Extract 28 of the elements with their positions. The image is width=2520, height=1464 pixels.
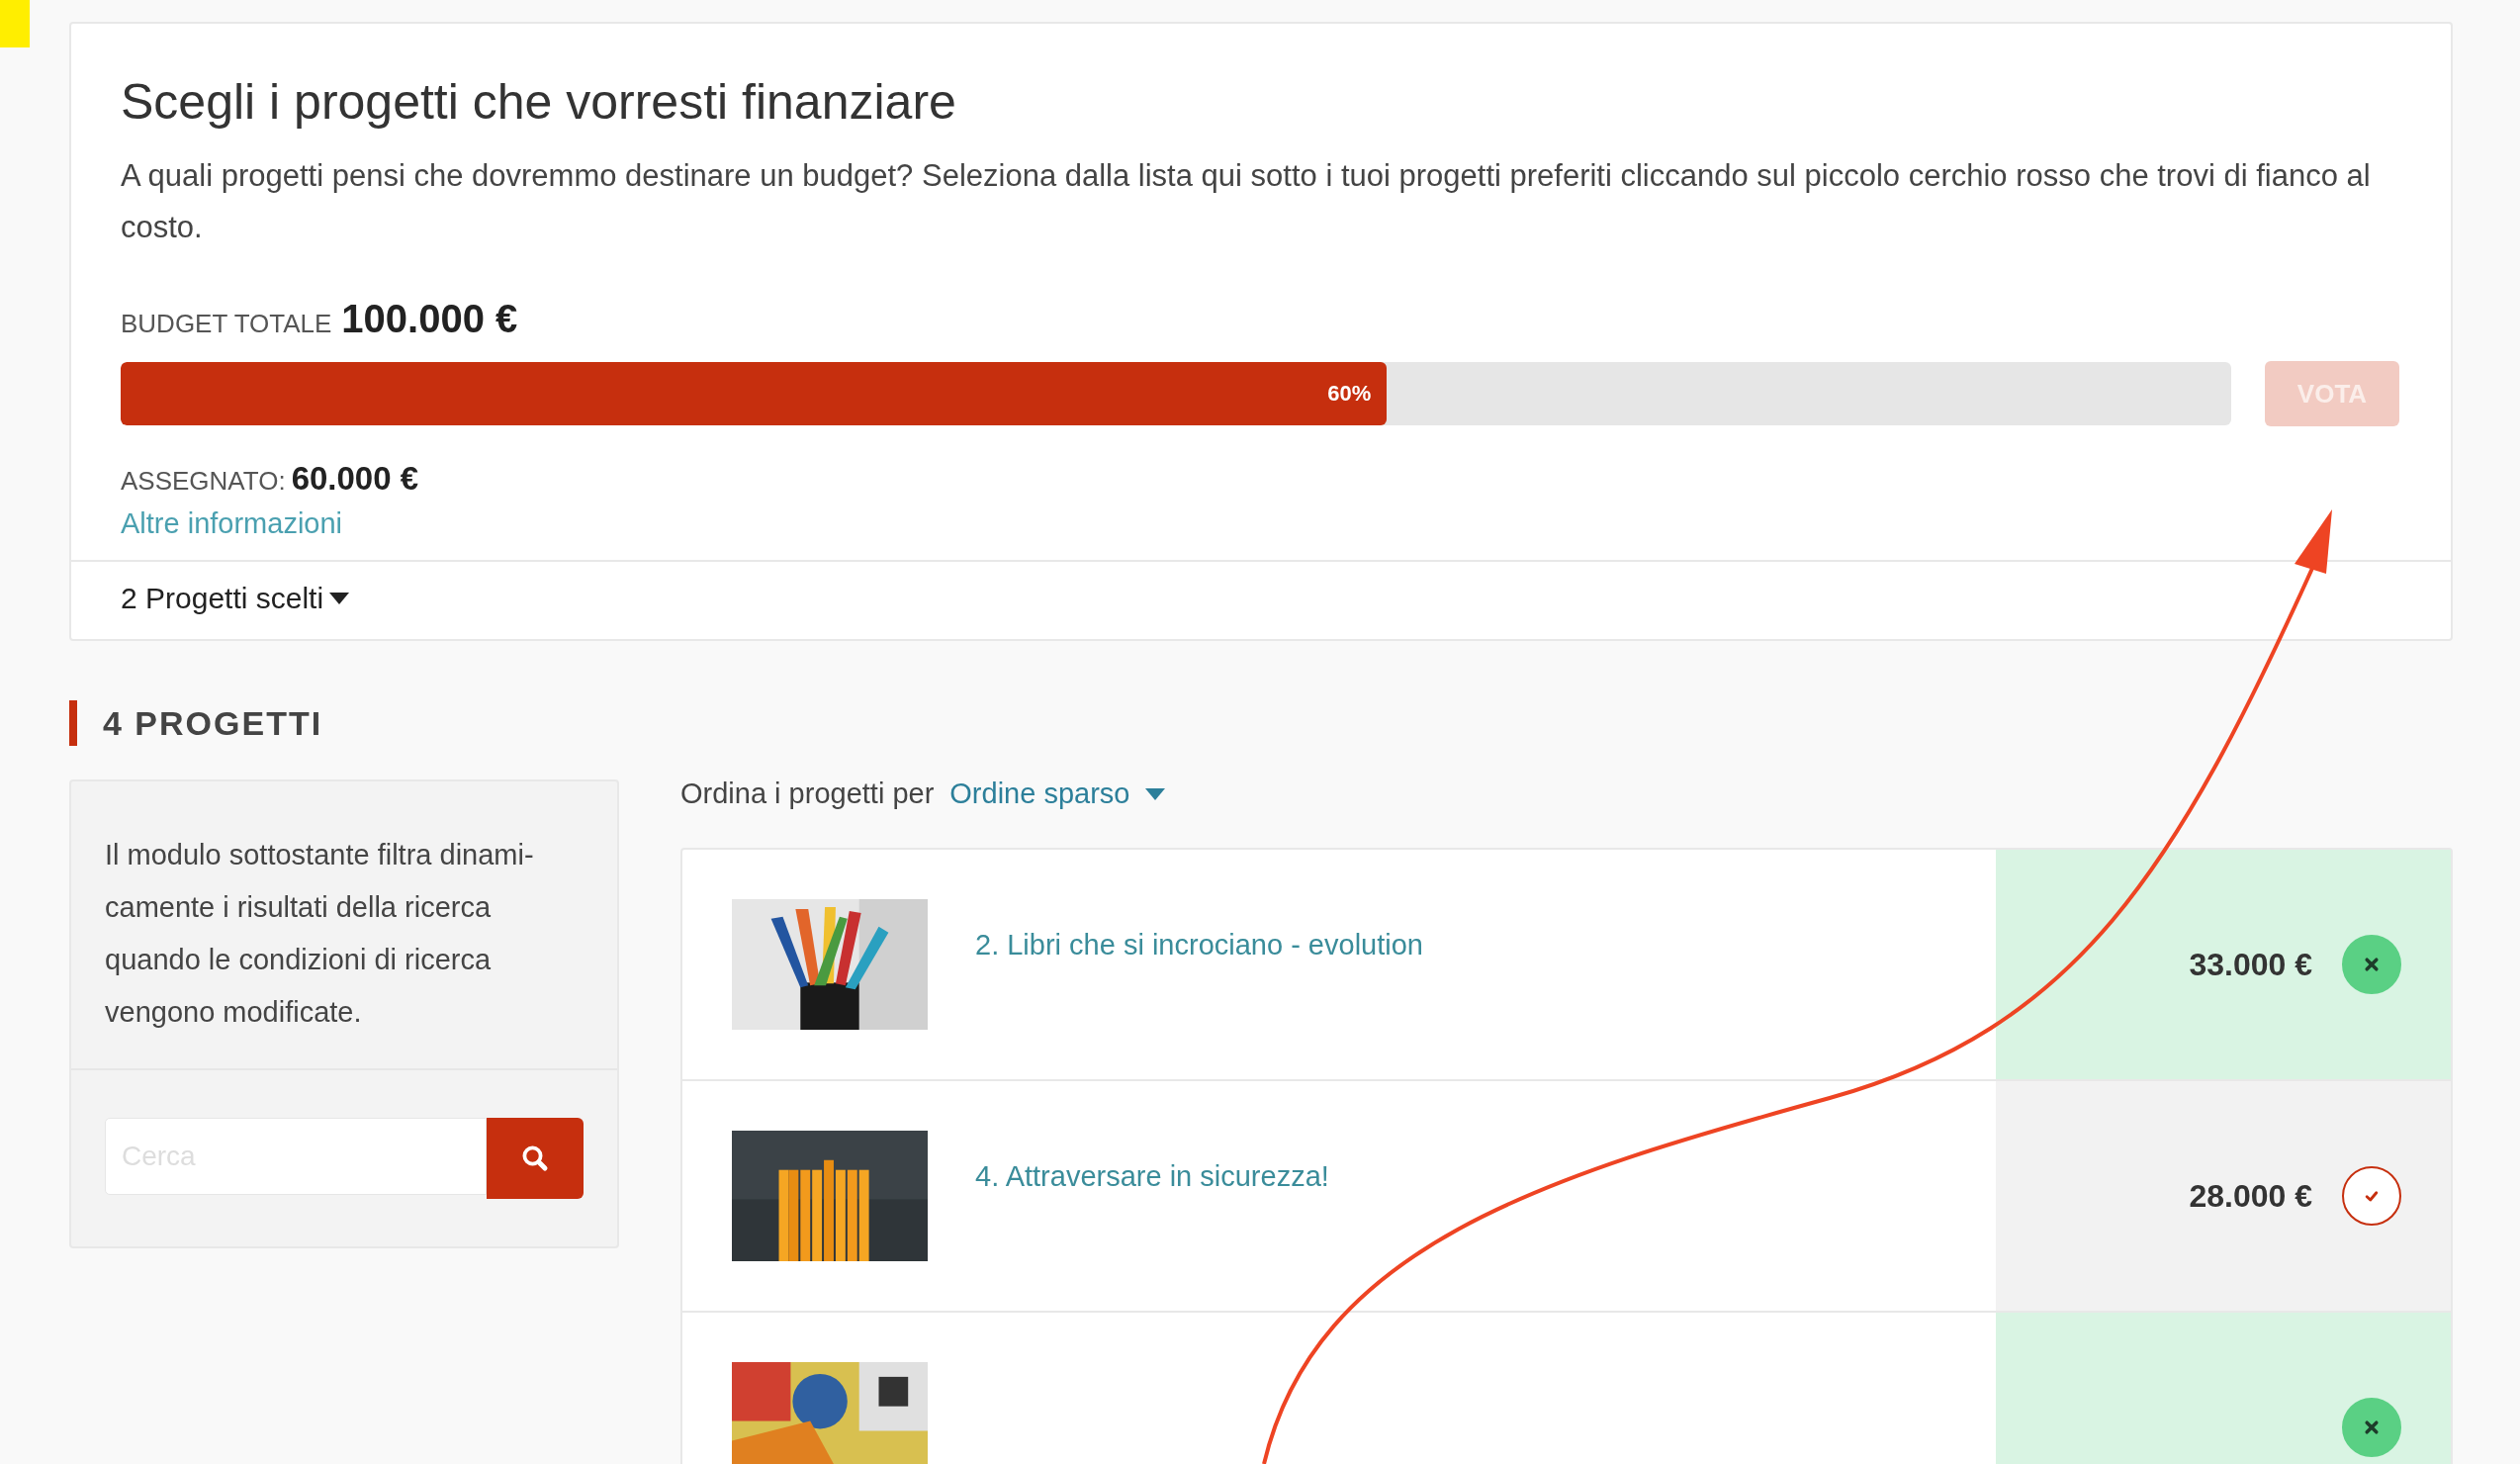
filter-description: Il modulo sottostante filtra dinami-camente i risultati della ricerca quando le condizioni di ricerca vengono modificate. [71, 781, 617, 1070]
more-info-link[interactable]: Altre informazioni [121, 507, 343, 540]
select-button[interactable] [2342, 1166, 2401, 1226]
caret-icon [1145, 787, 1166, 800]
project-price: 28.000 € [2189, 1177, 2312, 1215]
budget-value: 100.000 € [341, 297, 518, 341]
check-icon [2364, 1188, 2380, 1204]
search-icon [520, 1144, 550, 1173]
budget-label: BUDGET TOTALE [121, 309, 332, 339]
page-title: Scegli i progetti che vorresti finanziare [121, 73, 957, 131]
close-icon [2364, 957, 2380, 972]
remove-button[interactable] [2342, 1398, 2401, 1457]
highlight-mark [0, 0, 30, 47]
remove-button[interactable] [2342, 935, 2401, 994]
section-heading: 4 PROGETTI [69, 700, 2453, 746]
close-icon [2364, 1419, 2380, 1435]
assigned-value: 60.000 € [291, 460, 419, 498]
description-text: A quali progetti pensi che dovremmo destinare un budget? Seleziona dalla lista qui sotto i tuoi progetti preferiti cliccando sul piccolo cerchio rosso che trovi di fianco al costo. [121, 157, 2372, 246]
caret-icon [329, 593, 350, 604]
project-price: 33.000 € [2189, 946, 2312, 983]
search-button[interactable] [487, 1118, 584, 1199]
sort-label: Ordina i progetti per [680, 778, 935, 810]
assigned-label: ASSEGNATO: [121, 466, 286, 497]
project-title-link[interactable]: 2. Libri che si incrociano - evolution [975, 929, 1423, 961]
project-title-link[interactable]: 4. Attraversare in sicurezza! [975, 1160, 1329, 1193]
sort-dropdown[interactable]: Ordine sparso [949, 778, 1166, 810]
chosen-projects-dropdown[interactable]: 2 Progetti scelti [121, 582, 350, 615]
progress-label: 60% [1327, 381, 1373, 407]
